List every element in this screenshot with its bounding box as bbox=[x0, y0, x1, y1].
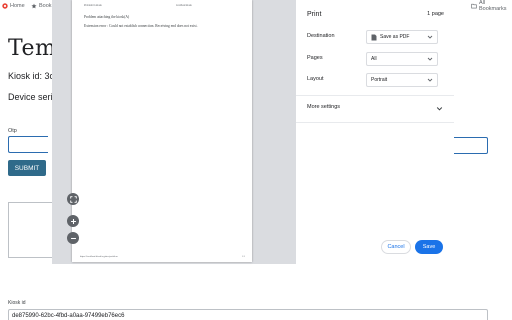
more-settings-toggle[interactable]: More settings bbox=[307, 104, 443, 114]
home-icon bbox=[2, 3, 8, 9]
preview-header-right: localhost/kiosk bbox=[176, 4, 192, 7]
chevron-down-icon bbox=[436, 105, 443, 112]
more-settings-label: More settings bbox=[307, 104, 341, 110]
layout-label: Layout bbox=[307, 76, 324, 82]
zoom-in-button[interactable] bbox=[67, 215, 79, 227]
pages-select[interactable]: All bbox=[366, 52, 438, 66]
chevron-down-icon bbox=[427, 56, 433, 62]
submit-button[interactable]: SUBMIT bbox=[8, 160, 46, 176]
bookmark-home-label: Home bbox=[10, 3, 25, 9]
pages-value: All bbox=[371, 56, 377, 62]
document-icon bbox=[371, 34, 377, 41]
zoom-out-button[interactable] bbox=[67, 232, 79, 244]
layout-value: Portrait bbox=[371, 77, 388, 83]
zoom-in-icon bbox=[70, 218, 77, 225]
preview-footer-right: 1/1 bbox=[242, 255, 246, 258]
cancel-button[interactable]: Cancel bbox=[381, 240, 411, 254]
otp-label: Otp bbox=[8, 128, 17, 134]
preview-line-1: Problem attaching the kiosk(A) bbox=[84, 15, 130, 19]
kiosk-id-text: Kiosk id: 3c bbox=[8, 71, 55, 81]
bookmark-all-label: All Bookmarks bbox=[479, 0, 507, 12]
page-count: 1 page bbox=[427, 11, 444, 17]
layout-select[interactable]: Portrait bbox=[366, 73, 438, 87]
chevron-down-icon bbox=[427, 77, 433, 83]
print-preview-area: Problem in kiosk localhost/kiosk Problem… bbox=[52, 0, 296, 264]
content-box bbox=[8, 202, 52, 258]
device-serial-text: Device seri bbox=[8, 92, 53, 102]
bookmark-home[interactable]: Home bbox=[2, 1, 25, 11]
destination-value: Save as PDF bbox=[380, 34, 410, 40]
kiosk-id-field[interactable]: de875990-62bc-4fbd-a0aa-97499eb76ec6 bbox=[8, 309, 488, 320]
preview-line-2: Extension error : Could not establish co… bbox=[84, 24, 198, 28]
fit-to-page-button[interactable] bbox=[67, 193, 79, 205]
preview-sheet: Problem in kiosk localhost/kiosk Problem… bbox=[72, 0, 252, 262]
preview-footer-left: https://localhost/kiosk/register/problem bbox=[80, 255, 118, 258]
zoom-out-icon bbox=[70, 235, 77, 242]
bookmark-book-label: Book bbox=[39, 3, 52, 9]
destination-label: Destination bbox=[307, 33, 335, 39]
settings-divider bbox=[296, 95, 454, 96]
chevron-down-icon bbox=[427, 34, 433, 40]
save-button[interactable]: Save bbox=[415, 240, 443, 254]
bookmark-book[interactable]: Book bbox=[31, 1, 52, 11]
fit-to-page-icon bbox=[69, 195, 77, 203]
bookmark-all[interactable]: All Bookmarks bbox=[471, 0, 512, 12]
print-settings-panel: Print 1 page Destination Save as PDF Pag… bbox=[296, 0, 454, 264]
otp-input-right-edge[interactable] bbox=[452, 137, 488, 154]
folder-icon bbox=[471, 3, 477, 9]
settings-divider bbox=[296, 122, 454, 123]
print-dialog-footer: Cancel Save bbox=[296, 236, 454, 264]
otp-input[interactable] bbox=[8, 136, 48, 153]
pages-label: Pages bbox=[307, 55, 323, 61]
print-title: Print bbox=[307, 11, 322, 18]
destination-select[interactable]: Save as PDF bbox=[366, 30, 438, 44]
preview-header-left: Problem in kiosk bbox=[84, 4, 102, 7]
kiosk-id-label: Kiosk id bbox=[8, 300, 26, 306]
book-icon bbox=[31, 3, 37, 9]
